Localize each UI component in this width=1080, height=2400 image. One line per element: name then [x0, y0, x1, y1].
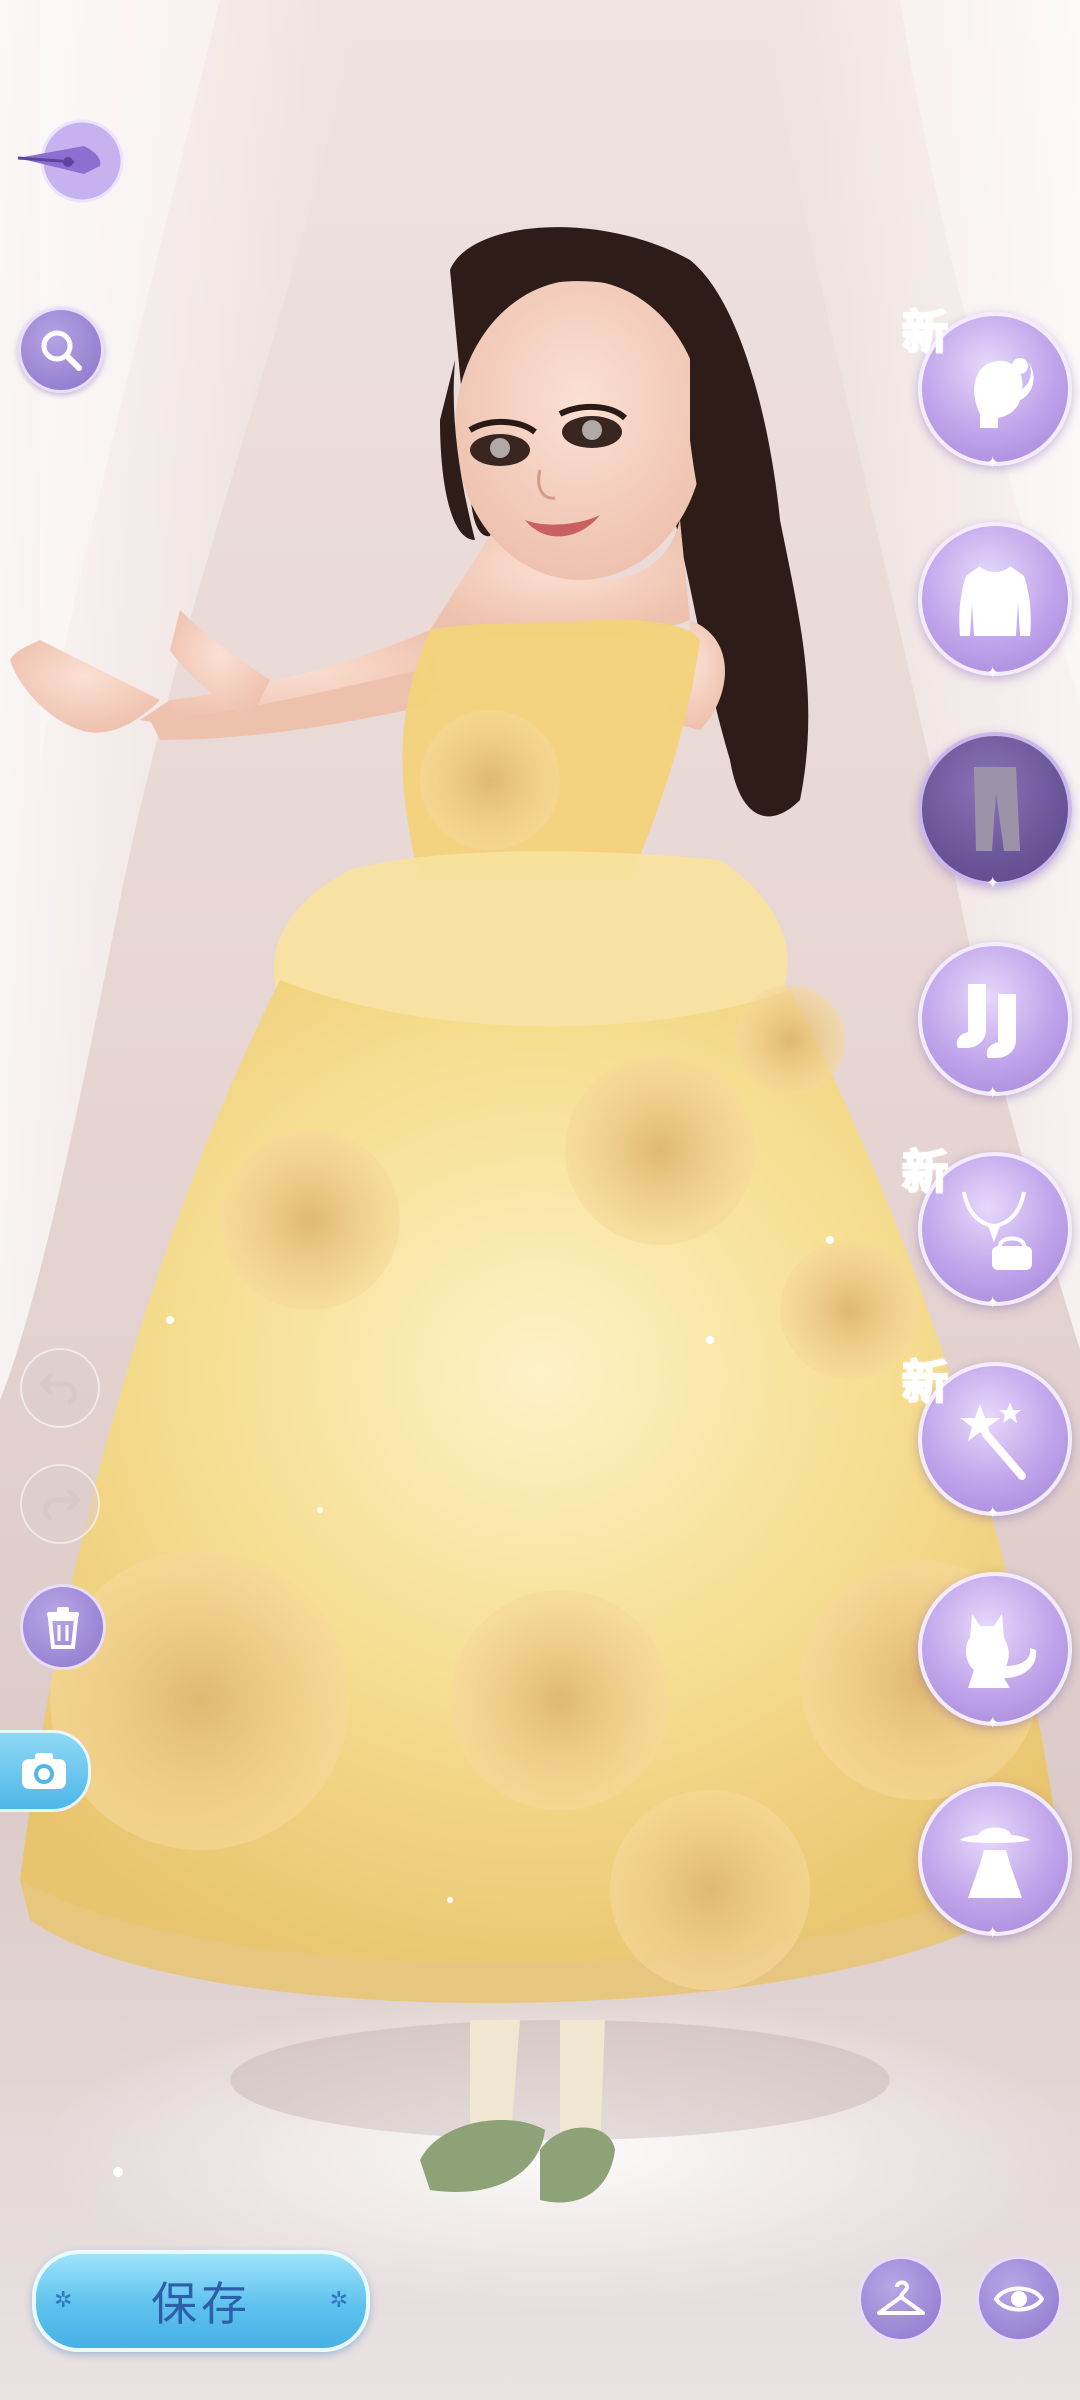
redo-button[interactable]	[20, 1464, 100, 1544]
back-button[interactable]	[14, 116, 126, 206]
preview-button[interactable]	[976, 2256, 1062, 2342]
category-top[interactable]: ✦	[918, 522, 1072, 682]
save-label: 保存	[151, 2277, 251, 2331]
camera-icon	[22, 1753, 66, 1789]
hat-dress-icon	[960, 1827, 1030, 1898]
category-outfit[interactable]: ✦	[918, 1782, 1072, 1942]
new-badge: 新	[901, 304, 949, 360]
new-badge: 新	[901, 1354, 949, 1410]
category-pet[interactable]: ✦	[918, 1572, 1072, 1732]
undo-button[interactable]	[20, 1348, 100, 1428]
hairstyle-icon	[974, 358, 1034, 428]
socks-icon	[956, 984, 1016, 1058]
pants-icon	[974, 767, 1020, 851]
star-icon: ✲	[54, 2288, 73, 2313]
delete-button[interactable]	[20, 1584, 106, 1670]
star-icon: ✲	[329, 2288, 348, 2313]
trash-icon	[47, 1607, 79, 1649]
quill-pen-icon	[17, 119, 124, 203]
cat-icon	[965, 1614, 1037, 1688]
search-button[interactable]	[18, 307, 104, 393]
camera-button[interactable]	[0, 1730, 91, 1812]
category-bottom[interactable]: ✦	[918, 732, 1072, 892]
magic-wand-icon	[960, 1402, 1026, 1480]
wardrobe-button[interactable]	[858, 2256, 944, 2342]
eye-icon	[993, 2286, 1045, 2312]
necklace-bag-icon	[962, 1191, 1032, 1270]
redo-arrow-icon	[43, 1488, 81, 1521]
category-shoes[interactable]: ✦	[918, 942, 1072, 1102]
top-icon	[959, 566, 1031, 636]
new-badge: 新	[901, 1144, 949, 1200]
undo-arrow-icon	[39, 1372, 77, 1405]
hanger-icon	[877, 2280, 925, 2315]
search-icon	[41, 330, 82, 371]
save-button[interactable]: ✲ 保存 ✲	[32, 2250, 370, 2352]
